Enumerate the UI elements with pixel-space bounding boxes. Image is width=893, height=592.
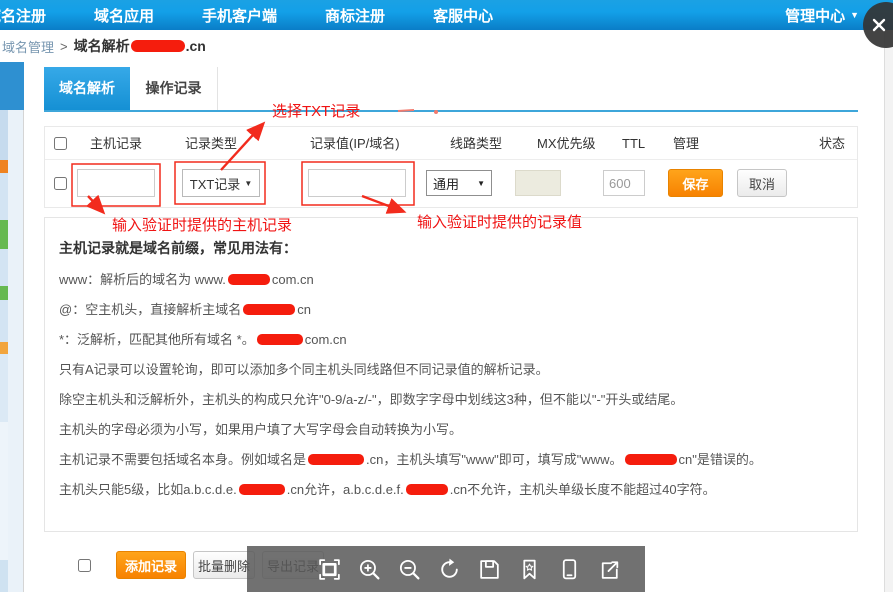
mx-priority-field-disabled — [515, 170, 561, 196]
breadcrumb-current: 域名解析 — [74, 36, 130, 56]
breadcrumb: 域名管理 > 域名解析 .cn — [0, 30, 884, 62]
manage-center-label: 管理中心 — [785, 5, 845, 26]
zoom-out-icon[interactable] — [397, 557, 422, 582]
column-header-3: 线路类型 — [450, 127, 502, 160]
column-header-2: 记录值(IP/域名) — [310, 127, 400, 160]
fit-screen-icon[interactable] — [317, 557, 342, 582]
footer-select-all-checkbox[interactable] — [78, 559, 91, 572]
breadcrumb-domain-suffix: .cn — [186, 38, 206, 54]
tab-operation-log[interactable]: 操作记录 — [130, 67, 218, 110]
screenshot-toolbar — [247, 546, 645, 592]
device-icon[interactable] — [557, 557, 582, 582]
screen: 域名注册 域名应用 手机客户端 商标注册 客服中心 管理中心 ▼ 域名管理 > 域名解析… — [0, 0, 893, 592]
redacted-text — [243, 304, 295, 315]
bookmark-icon[interactable] — [517, 557, 542, 582]
save-button[interactable]: 保存 — [668, 169, 723, 197]
column-header-4: MX优先级 — [537, 127, 596, 160]
record-value-input[interactable] — [308, 169, 406, 197]
help-line-7: 主机记录不需要包括域名本身。例如域名是.cn，主机头填写"www"即可，填写成"… — [59, 452, 839, 468]
cancel-button[interactable]: 取消 — [737, 169, 787, 197]
chevron-down-icon: ▼ — [244, 179, 252, 188]
chevron-down-icon: ▼ — [477, 179, 485, 188]
batch-delete-button[interactable]: 批量删除 — [193, 551, 255, 579]
select-all-checkbox[interactable] — [54, 137, 67, 150]
rotate-icon[interactable] — [437, 557, 462, 582]
top-nav: 域名注册 域名应用 手机客户端 商标注册 客服中心 管理中心 ▼ — [0, 0, 893, 30]
annotation-value-hint: 输入验证时提供的记录值 — [417, 211, 582, 232]
annotation-host-hint: 输入验证时提供的主机记录 — [112, 214, 292, 235]
nav-item-1[interactable]: 域名应用 — [94, 5, 154, 26]
chevron-down-icon: ▼ — [850, 10, 859, 20]
redacted-text — [228, 274, 270, 285]
redacted-text — [406, 484, 448, 495]
ttl-input[interactable] — [603, 170, 645, 196]
new-record-row: TXT记录▼ 通用▼ 保存 取消 — [45, 160, 857, 207]
column-header-5: TTL — [622, 127, 645, 160]
dns-resolution-panel: 域名解析 操作记录 主机记录 记录类型 记录值(IP/域名) 线路类型 MX优先级 TTL… — [24, 62, 884, 592]
add-record-button[interactable]: 添加记录 — [116, 551, 186, 579]
record-table-header: 主机记录 记录类型 记录值(IP/域名) 线路类型 MX优先级 TTL 管理 状态 — [45, 127, 857, 160]
save-icon[interactable] — [477, 557, 502, 582]
help-line-3: *：泛解析，匹配其他所有域名 *。com.cn — [59, 332, 839, 348]
tab-underline — [44, 110, 858, 112]
breadcrumb-domain-manage-link[interactable]: 域名管理 — [2, 37, 54, 56]
background-page-left-edge — [0, 62, 24, 592]
help-line-5: 除空主机头和泛解析外，主机头的构成只允许"0-9/a-z/-"，即数字字母中划线… — [59, 392, 839, 408]
redacted-text — [308, 454, 364, 465]
nav-item-4[interactable]: 客服中心 — [433, 5, 493, 26]
close-icon — [867, 13, 891, 37]
redacted-text — [625, 454, 677, 465]
record-type-value: TXT记录 — [190, 174, 241, 193]
panel-tabs: 域名解析 操作记录 — [44, 67, 218, 110]
help-line-6: 主机头的字母必须为小写，如果用户填了大写字母会自动转换为小写。 — [59, 422, 839, 438]
background-page-right-edge — [884, 30, 893, 592]
nav-manage-center[interactable]: 管理中心 ▼ — [785, 5, 859, 26]
column-header-6: 管理 — [673, 127, 699, 160]
column-header-7: 状态 — [819, 127, 845, 160]
nav-item-0[interactable]: 域名注册 — [0, 5, 46, 26]
breadcrumb-separator: > — [60, 39, 68, 54]
redacted-text — [257, 334, 303, 345]
help-line-1: www：解析后的域名为 www.com.cn — [59, 272, 839, 288]
host-record-help: 主机记录就是域名前缀，常见用法有： www：解析后的域名为 www.com.cn @… — [44, 217, 858, 532]
share-icon[interactable] — [597, 557, 622, 582]
help-line-8: 主机头只能5级，比如a.b.c.d.e..cn允许，a.b.c.d.e.f..c… — [59, 482, 839, 498]
host-record-input[interactable] — [77, 169, 155, 197]
help-line-0: 主机记录就是域名前缀，常见用法有： — [59, 240, 839, 256]
line-type-select[interactable]: 通用 ▼ — [426, 170, 492, 196]
column-header-1: 记录类型 — [185, 127, 237, 160]
nav-item-2[interactable]: 手机客户端 — [202, 5, 277, 26]
redacted-text — [239, 484, 285, 495]
zoom-in-icon[interactable] — [357, 557, 382, 582]
record-table: 主机记录 记录类型 记录值(IP/域名) 线路类型 MX优先级 TTL 管理 状态 TXT记录… — [44, 126, 858, 208]
row-checkbox[interactable] — [54, 177, 67, 190]
line-type-value: 通用 — [433, 174, 459, 193]
column-header-0: 主机记录 — [90, 127, 142, 160]
top-nav-items: 域名注册 域名应用 手机客户端 商标注册 客服中心 — [0, 5, 541, 26]
redacted-domain — [131, 40, 185, 52]
help-line-4: 只有A记录可以设置轮询，即可以添加多个同主机头同线路但不同记录值的解析记录。 — [59, 362, 839, 378]
help-line-2: @：空主机头，直接解析主域名cn — [59, 302, 839, 318]
record-type-dropdown[interactable]: TXT记录▼ — [182, 169, 260, 197]
nav-item-3[interactable]: 商标注册 — [325, 5, 385, 26]
tab-domain-resolution[interactable]: 域名解析 — [44, 67, 130, 110]
annotation-select-txt: 选择TXT记录 — [272, 100, 360, 121]
